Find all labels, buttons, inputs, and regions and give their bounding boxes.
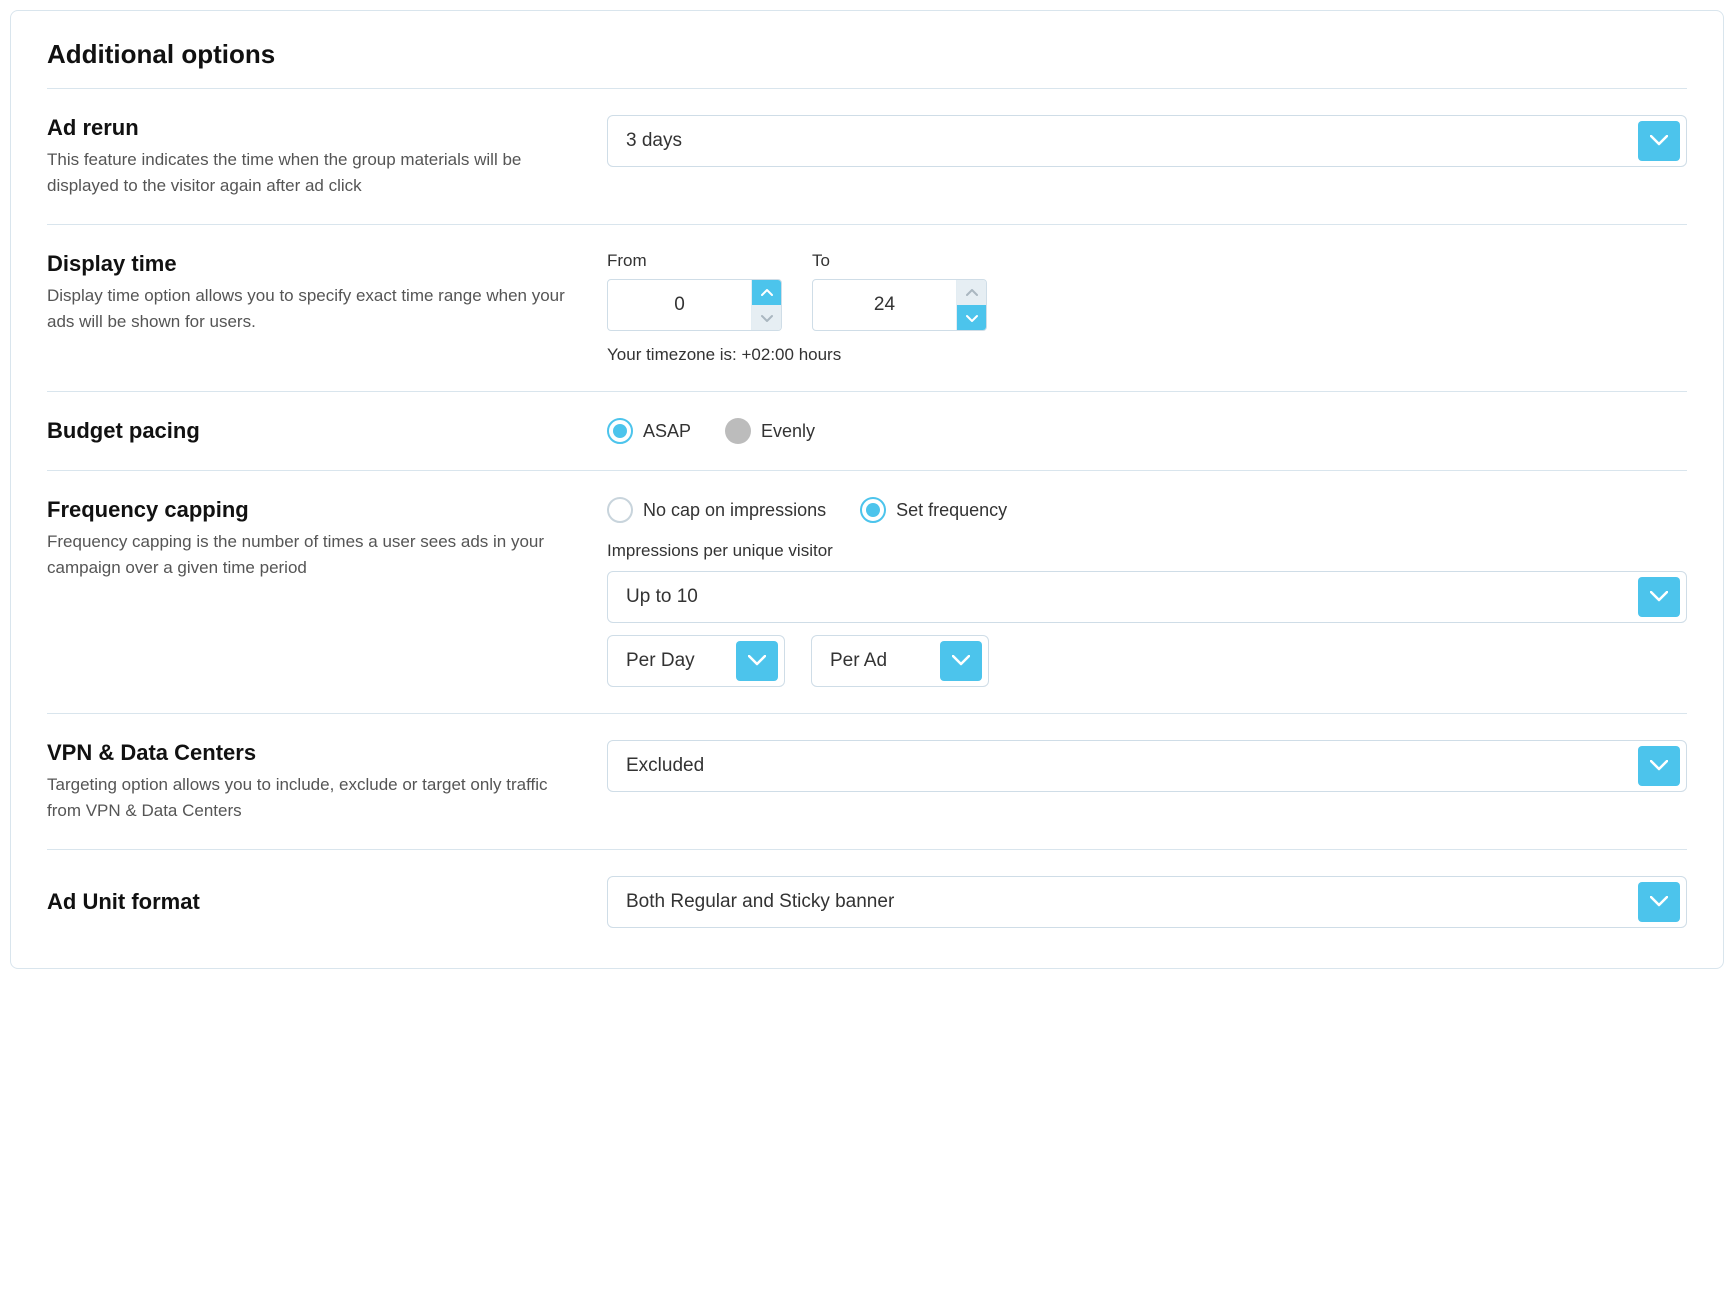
- evenly-label: Evenly: [761, 421, 815, 442]
- frequency-capping-desc: Frequency capping is the number of times…: [47, 529, 577, 580]
- chevron-down-icon: [736, 641, 778, 681]
- asap-label: ASAP: [643, 421, 691, 442]
- impressions-value: Up to 10: [626, 586, 1628, 608]
- radio-selected-icon: [607, 418, 633, 444]
- row-frequency-capping: Frequency capping Frequency capping is t…: [47, 471, 1687, 713]
- vpn-dc-desc: Targeting option allows you to include, …: [47, 772, 577, 823]
- radio-selected-icon: [860, 497, 886, 523]
- no-cap-label: No cap on impressions: [643, 500, 826, 521]
- ad-unit-value: Both Regular and Sticky banner: [626, 891, 1628, 913]
- from-spinner[interactable]: 0: [607, 279, 782, 331]
- ad-unit-left: Ad Unit format: [47, 876, 577, 928]
- set-frequency-label: Set frequency: [896, 500, 1007, 521]
- to-down-button[interactable]: [957, 305, 986, 330]
- chevron-up-icon: [966, 289, 978, 297]
- budget-pacing-title: Budget pacing: [47, 418, 200, 444]
- ad-unit-right: Both Regular and Sticky banner: [607, 876, 1687, 928]
- radio-set-frequency[interactable]: Set frequency: [860, 497, 1007, 523]
- frequency-capping-radios: No cap on impressions Set frequency: [607, 497, 1687, 523]
- display-time-left: Display time Display time option allows …: [47, 251, 577, 365]
- to-spinner-btns: [956, 280, 986, 330]
- to-label: To: [812, 251, 987, 271]
- vpn-dc-value: Excluded: [626, 755, 1628, 777]
- timezone-note: Your timezone is: +02:00 hours: [607, 345, 1687, 365]
- row-budget-pacing: Budget pacing ASAP Evenly: [47, 392, 1687, 470]
- to-up-button[interactable]: [957, 280, 986, 305]
- impressions-sub-label: Impressions per unique visitor: [607, 541, 1687, 561]
- per-ad-select[interactable]: Per Ad: [811, 635, 989, 687]
- frequency-sub-selects: Per Day Per Ad: [607, 635, 1687, 687]
- ad-rerun-right: 3 days: [607, 115, 1687, 198]
- ad-rerun-title: Ad rerun: [47, 115, 577, 141]
- panel-title: Additional options: [47, 39, 1687, 70]
- to-value: 24: [813, 280, 956, 330]
- from-up-button[interactable]: [752, 280, 781, 305]
- display-time-inputs: From 0 To: [607, 251, 1687, 331]
- chevron-down-icon: [940, 641, 982, 681]
- radio-asap[interactable]: ASAP: [607, 418, 691, 444]
- radio-evenly[interactable]: Evenly: [725, 418, 815, 444]
- vpn-dc-left: VPN & Data Centers Targeting option allo…: [47, 740, 577, 823]
- budget-pacing-right: ASAP Evenly: [607, 418, 1687, 444]
- row-ad-rerun: Ad rerun This feature indicates the time…: [47, 89, 1687, 224]
- frequency-capping-right: No cap on impressions Set frequency Impr…: [607, 497, 1687, 687]
- chevron-down-icon: [1638, 746, 1680, 786]
- chevron-up-icon: [761, 289, 773, 297]
- chevron-down-icon: [1638, 577, 1680, 617]
- chevron-down-icon: [1638, 882, 1680, 922]
- per-day-select[interactable]: Per Day: [607, 635, 785, 687]
- row-ad-unit: Ad Unit format Both Regular and Sticky b…: [47, 850, 1687, 938]
- ad-unit-title: Ad Unit format: [47, 889, 200, 915]
- per-day-value: Per Day: [626, 650, 726, 672]
- ad-rerun-desc: This feature indicates the time when the…: [47, 147, 577, 198]
- ad-rerun-left: Ad rerun This feature indicates the time…: [47, 115, 577, 198]
- row-vpn-dc: VPN & Data Centers Targeting option allo…: [47, 714, 1687, 849]
- radio-unselected-icon: [607, 497, 633, 523]
- to-spinner[interactable]: 24: [812, 279, 987, 331]
- from-group: From 0: [607, 251, 782, 331]
- radio-unselected-icon: [725, 418, 751, 444]
- ad-unit-select[interactable]: Both Regular and Sticky banner: [607, 876, 1687, 928]
- from-down-button[interactable]: [752, 305, 781, 330]
- to-group: To 24: [812, 251, 987, 331]
- from-value: 0: [608, 280, 751, 330]
- ad-rerun-value: 3 days: [626, 130, 1628, 152]
- from-label: From: [607, 251, 782, 271]
- display-time-title: Display time: [47, 251, 577, 277]
- frequency-capping-title: Frequency capping: [47, 497, 577, 523]
- row-display-time: Display time Display time option allows …: [47, 225, 1687, 391]
- from-spinner-btns: [751, 280, 781, 330]
- frequency-capping-left: Frequency capping Frequency capping is t…: [47, 497, 577, 687]
- chevron-down-icon: [761, 314, 773, 322]
- vpn-dc-right: Excluded: [607, 740, 1687, 823]
- budget-pacing-left: Budget pacing: [47, 418, 577, 444]
- radio-no-cap[interactable]: No cap on impressions: [607, 497, 826, 523]
- impressions-select[interactable]: Up to 10: [607, 571, 1687, 623]
- ad-rerun-select[interactable]: 3 days: [607, 115, 1687, 167]
- per-ad-value: Per Ad: [830, 650, 930, 672]
- budget-pacing-radios: ASAP Evenly: [607, 418, 815, 444]
- vpn-dc-title: VPN & Data Centers: [47, 740, 577, 766]
- vpn-dc-select[interactable]: Excluded: [607, 740, 1687, 792]
- display-time-right: From 0 To: [607, 251, 1687, 365]
- chevron-down-icon: [966, 314, 978, 322]
- chevron-down-icon: [1638, 121, 1680, 161]
- additional-options-panel: Additional options Ad rerun This feature…: [10, 10, 1724, 969]
- display-time-desc: Display time option allows you to specif…: [47, 283, 577, 334]
